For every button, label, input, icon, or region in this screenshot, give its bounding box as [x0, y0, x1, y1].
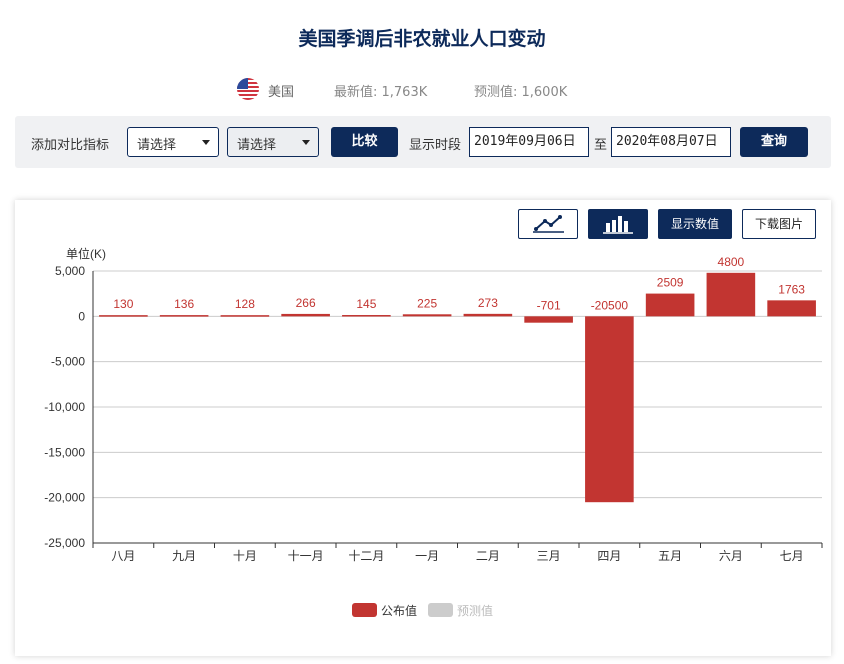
x-tick-label: 十二月 — [348, 549, 384, 563]
compare-select-2-value: 请选择 — [237, 138, 277, 153]
bar — [524, 316, 573, 323]
bar — [463, 313, 513, 317]
bar — [585, 316, 634, 503]
to-label: 至 — [594, 138, 608, 153]
page-title: 美国季调后非农就业人口变动 — [298, 28, 546, 50]
bar-chart: 单位(K) 5,000 0 -5,000 -10,000 -15,000 -20,000 -2… — [44, 246, 823, 563]
bar — [767, 300, 816, 317]
x-tick-label: 十月 — [233, 549, 257, 563]
data-label: 225 — [417, 296, 437, 310]
x-tick-label: 六月 — [719, 549, 743, 563]
compare-select-2[interactable]: 请选择 — [227, 127, 319, 157]
chart-card: 显示数值 下载图片 单位(K) 5,000 0 -5,000 -10,000 -15,00… — [15, 200, 831, 656]
y-tick-label: 0 — [78, 309, 85, 323]
x-tick-label: 一月 — [415, 549, 439, 563]
country-label: 美国 — [268, 85, 295, 100]
forecast-value: 预测值: 1,600K — [474, 85, 568, 100]
data-label: 128 — [235, 297, 255, 311]
chevron-down-icon — [302, 140, 310, 145]
x-tick-label: 七月 — [780, 549, 804, 563]
y-axis-unit-label: 单位(K) — [66, 246, 106, 261]
data-label: 4800 — [718, 255, 745, 269]
legend-swatch-published[interactable] — [352, 603, 377, 617]
x-tick-label: 十一月 — [288, 549, 324, 563]
y-tick-label: -15,000 — [44, 445, 85, 459]
bar — [706, 272, 756, 317]
latest-value: 最新值: 1,763K — [334, 85, 428, 100]
x-tick-label: 二月 — [476, 549, 500, 563]
compare-select-1-value: 请选择 — [137, 138, 177, 153]
bar — [159, 315, 209, 317]
legend-label-published[interactable]: 公布值 — [381, 602, 417, 619]
indicator-meta: 美国 最新值: 1,763K 预测值: 1,600K — [0, 78, 844, 100]
legend-swatch-forecast[interactable] — [428, 603, 453, 617]
bar — [342, 315, 391, 317]
data-label: 130 — [113, 297, 133, 311]
data-label: 1763 — [778, 282, 805, 296]
filter-bar: 添加对比指标 请选择 请选择 比较 显示时段 2019年09月06日 至 202… — [15, 116, 831, 168]
start-date-input[interactable]: 2019年09月06日 — [469, 127, 589, 157]
bar — [220, 315, 270, 317]
data-label: 2509 — [657, 276, 684, 290]
x-tick-label: 三月 — [537, 549, 561, 563]
bar — [402, 314, 452, 317]
bar — [281, 313, 330, 317]
data-label: -20500 — [591, 298, 629, 312]
x-tick-label: 九月 — [172, 549, 196, 563]
data-label: 145 — [356, 297, 376, 311]
query-button[interactable]: 查询 — [740, 127, 808, 157]
chevron-down-icon — [202, 140, 210, 145]
compare-button[interactable]: 比较 — [331, 127, 398, 157]
x-tick-label: 五月 — [658, 549, 682, 563]
data-label: -701 — [537, 298, 561, 312]
y-tick-label: -10,000 — [44, 400, 85, 414]
data-label: 273 — [478, 296, 498, 310]
compare-label: 添加对比指标 — [31, 138, 110, 153]
bar — [645, 293, 695, 317]
us-flag-icon — [237, 78, 259, 100]
y-tick-label: -20,000 — [44, 491, 85, 505]
period-label: 显示时段 — [409, 138, 462, 153]
y-tick-label: -25,000 — [44, 536, 85, 550]
y-tick-label: 5,000 — [55, 264, 85, 278]
bar — [99, 315, 148, 317]
x-tick-label: 四月 — [597, 549, 621, 563]
compare-select-1[interactable]: 请选择 — [127, 127, 219, 157]
end-date-input[interactable]: 2020年08月07日 — [611, 127, 731, 157]
y-tick-label: -5,000 — [51, 355, 85, 369]
data-label: 136 — [174, 297, 194, 311]
data-label: 266 — [296, 296, 316, 310]
legend-label-forecast[interactable]: 预测值 — [457, 602, 493, 619]
x-tick-label: 八月 — [111, 549, 135, 563]
